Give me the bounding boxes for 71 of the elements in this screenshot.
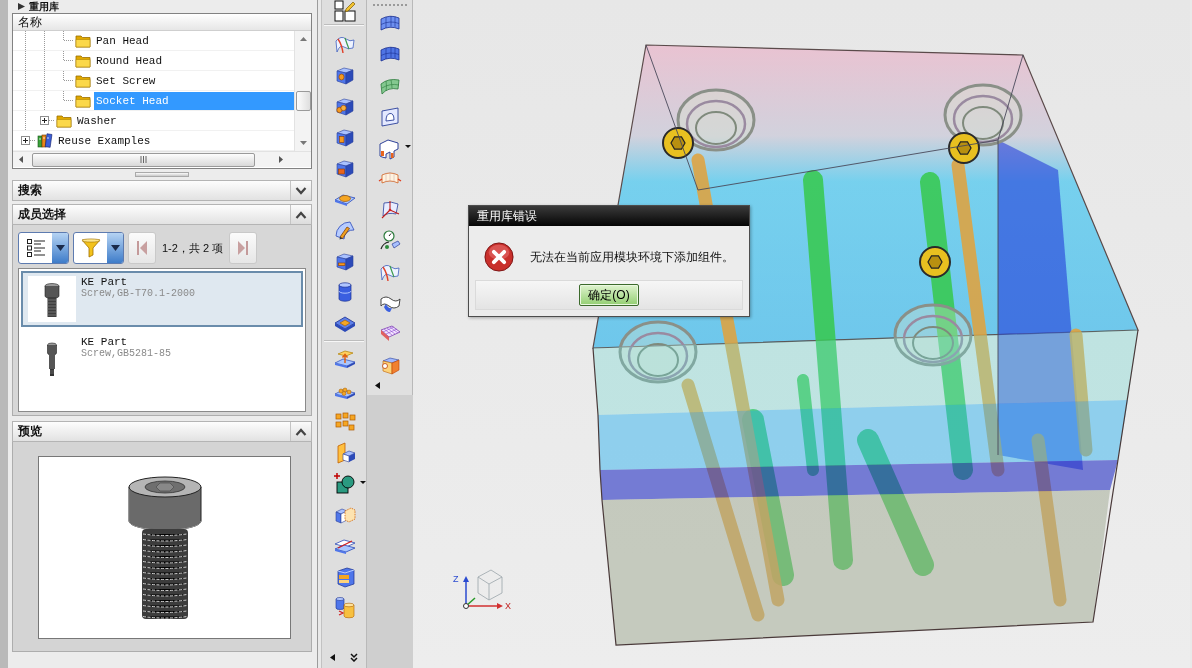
dropdown-arrow-icon[interactable]	[405, 145, 411, 148]
splitter-handle[interactable]	[135, 172, 189, 177]
scroll-left-icon[interactable]	[19, 156, 23, 163]
triangle-icon[interactable]	[18, 3, 25, 10]
tree-item[interactable]: Round Head	[94, 51, 294, 70]
section-toggle[interactable]	[290, 422, 311, 441]
tree-expander[interactable]	[21, 136, 30, 145]
tree-item[interactable]: Washer	[75, 111, 294, 130]
tree-item[interactable]: Pan Head	[94, 31, 294, 50]
hex-screw-head	[662, 127, 694, 159]
part-description: Screw,GB-T70.1-2000	[81, 288, 196, 300]
part-list-item[interactable]: KE Part Screw,GB5281-85	[21, 331, 303, 387]
dialog-message: 无法在当前应用模块环境下添加组件。	[530, 249, 734, 266]
folder-icon	[56, 113, 72, 128]
tree-item[interactable]: Reuse Examples	[56, 131, 294, 150]
part-name: KE Part	[81, 276, 129, 288]
error-icon	[484, 242, 514, 272]
scrollbar-thumb[interactable]	[32, 152, 255, 167]
scroll-down-icon[interactable]	[299, 141, 307, 145]
axis-label: X	[505, 601, 511, 611]
column-header[interactable]: 名称	[13, 14, 311, 31]
list-view-icon	[25, 238, 46, 258]
dropdown-arrow-icon	[110, 245, 120, 251]
section-title: 成员选择	[17, 206, 66, 223]
skip-back-icon	[137, 241, 147, 255]
view-dropdown[interactable]	[18, 232, 69, 264]
panel-title: 重用库	[29, 0, 59, 13]
screw-icon	[28, 276, 76, 322]
tree-item[interactable]: Set Screw	[94, 71, 294, 90]
hex-screw-head	[948, 132, 980, 164]
dropdown-arrow-icon	[55, 245, 65, 251]
part-name: KE Part	[81, 336, 129, 348]
dropdown-arrow-icon[interactable]	[360, 481, 366, 484]
folder-icon	[75, 33, 91, 48]
collapse-arrow-icon[interactable]	[330, 654, 335, 661]
grip-icon	[140, 156, 147, 163]
filter-dropdown[interactable]	[73, 232, 124, 264]
ok-button[interactable]: 确定(O)	[579, 284, 639, 306]
tree-expander[interactable]	[40, 116, 49, 125]
scroll-right-icon[interactable]	[279, 156, 283, 163]
collapse-arrow-icon[interactable]	[375, 382, 380, 389]
surface-hole-icon[interactable]	[378, 104, 402, 129]
folder-icon	[75, 93, 91, 108]
section-title: 预览	[17, 423, 42, 440]
horizontal-scrollbar[interactable]	[13, 151, 311, 167]
page-range: 1-2，共 2 项	[161, 240, 225, 256]
cylinder-pair-icon[interactable]	[333, 595, 357, 620]
window-layout-icon[interactable]	[333, 0, 357, 23]
double-chevron-icon[interactable]	[350, 653, 358, 662]
hex-screw-head	[919, 246, 951, 278]
scroll-up-icon[interactable]	[299, 37, 307, 41]
square-circle-icon[interactable]	[333, 471, 357, 496]
chevron-up-icon	[295, 210, 307, 219]
axis-label: Z	[453, 574, 459, 584]
vertical-scrollbar[interactable]	[294, 31, 311, 151]
folder-icon	[75, 73, 91, 88]
skip-forward-icon	[238, 241, 249, 255]
scrollbar-thumb[interactable]	[295, 91, 311, 111]
section-toggle[interactable]	[290, 181, 311, 200]
part-description: Screw,GB5281-85	[81, 348, 171, 360]
section-toggle[interactable]	[290, 205, 311, 224]
section-title: 搜索	[17, 182, 42, 199]
folder-icon	[75, 53, 91, 68]
part-list-item[interactable]: KE Part Screw,GB-T70.1-2000	[21, 271, 303, 327]
books-icon	[37, 133, 53, 148]
chevron-up-icon	[295, 427, 307, 436]
funnel-icon	[80, 238, 101, 258]
axis-triad-icon	[463, 569, 503, 609]
dialog-title: 重用库错误	[469, 206, 749, 226]
chevron-down-icon	[295, 186, 307, 195]
toolbar-grip[interactable]	[372, 4, 407, 7]
